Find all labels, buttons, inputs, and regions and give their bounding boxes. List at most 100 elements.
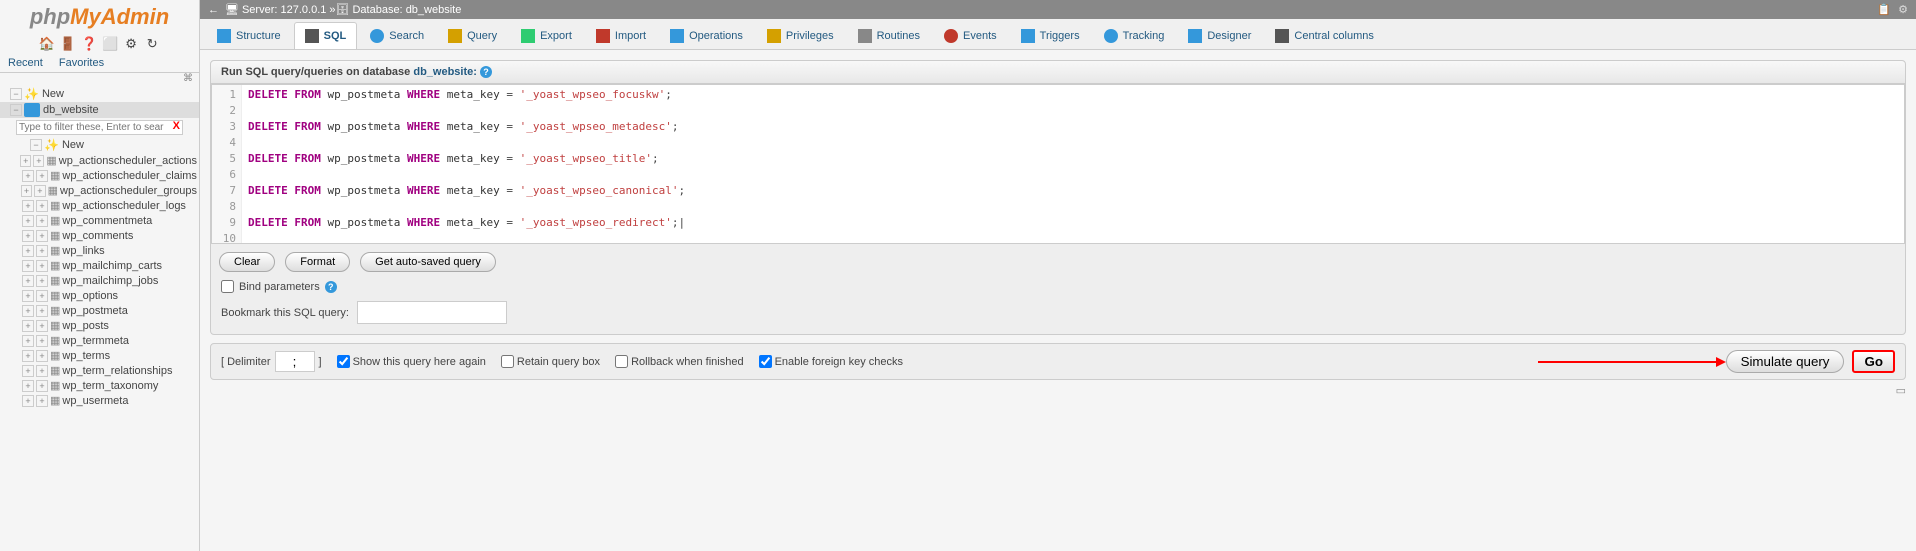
plus-icon[interactable]: + <box>36 200 48 212</box>
show-again-checkbox[interactable] <box>337 355 350 368</box>
rollback-checkbox[interactable] <box>615 355 628 368</box>
simulate-button[interactable]: Simulate query <box>1726 350 1845 373</box>
tree-table[interactable]: ++▦wp_actionscheduler_claims <box>0 168 199 183</box>
nav-events[interactable]: Events <box>933 22 1008 49</box>
clear-button[interactable]: Clear <box>219 252 275 272</box>
plus-icon[interactable]: + <box>22 215 34 227</box>
nav-routines[interactable]: Routines <box>847 22 931 49</box>
plus-icon[interactable]: + <box>36 350 48 362</box>
tree-table[interactable]: ++▦wp_options <box>0 288 199 303</box>
tree-table[interactable]: ++▦wp_mailchimp_jobs <box>0 273 199 288</box>
plus-icon[interactable]: + <box>20 155 31 167</box>
plus-icon[interactable]: + <box>22 365 34 377</box>
nav-triggers[interactable]: Triggers <box>1010 22 1091 49</box>
tree-table[interactable]: ++▦wp_terms <box>0 348 199 363</box>
clear-filter-icon[interactable]: X <box>173 120 180 132</box>
nav-import[interactable]: Import <box>585 22 657 49</box>
gear-icon[interactable]: ⚙ <box>1898 4 1908 16</box>
sql-code-area[interactable]: DELETE FROM wp_postmeta WHERE meta_key =… <box>242 85 1904 243</box>
minus-icon[interactable]: − <box>10 104 22 116</box>
plus-icon[interactable]: + <box>22 395 34 407</box>
plus-icon[interactable]: + <box>36 305 48 317</box>
plus-icon[interactable]: + <box>36 320 48 332</box>
gear-icon[interactable]: ⚙ <box>123 36 139 52</box>
nav-designer[interactable]: Designer <box>1177 22 1262 49</box>
nav-query[interactable]: Query <box>437 22 508 49</box>
plus-icon[interactable]: + <box>21 185 32 197</box>
format-button[interactable]: Format <box>285 252 350 272</box>
minus-icon[interactable]: − <box>30 139 42 151</box>
plus-icon[interactable]: + <box>34 185 45 197</box>
nav-operations[interactable]: Operations <box>659 22 754 49</box>
plus-icon[interactable]: + <box>36 245 48 257</box>
plus-icon[interactable]: + <box>22 335 34 347</box>
plus-icon[interactable]: + <box>36 215 48 227</box>
plus-icon[interactable]: + <box>22 230 34 242</box>
tree-table[interactable]: ++▦wp_actionscheduler_groups <box>0 183 199 198</box>
plus-icon[interactable]: + <box>22 320 34 332</box>
plus-icon[interactable]: + <box>22 275 34 287</box>
tree-table[interactable]: ++▦wp_posts <box>0 318 199 333</box>
tree-filter-input[interactable] <box>16 120 183 135</box>
plus-icon[interactable]: + <box>22 245 34 257</box>
link-icon[interactable]: ⌘ <box>0 73 199 84</box>
plus-icon[interactable]: + <box>36 170 48 182</box>
plus-icon[interactable]: + <box>22 260 34 272</box>
sql-window-icon[interactable]: ⬜ <box>102 36 118 52</box>
tree-table[interactable]: ++▦wp_commentmeta <box>0 213 199 228</box>
plus-icon[interactable]: + <box>22 200 34 212</box>
go-button[interactable]: Go <box>1852 350 1895 373</box>
collapse-sidebar-icon[interactable]: ← <box>208 4 219 16</box>
tree-new-table[interactable]: −✨New <box>0 137 199 153</box>
plus-icon[interactable]: + <box>36 260 48 272</box>
tree-table[interactable]: ++▦wp_termmeta <box>0 333 199 348</box>
delimiter-input[interactable] <box>275 351 315 372</box>
page-settings-icon[interactable]: 📋 <box>1877 4 1891 16</box>
tree-table[interactable]: ++▦wp_actionscheduler_actions <box>0 153 199 168</box>
tab-favorites[interactable]: Favorites <box>51 54 112 72</box>
logout-icon[interactable]: 🚪 <box>60 36 76 52</box>
reload-icon[interactable]: ↻ <box>144 36 160 52</box>
fk-checkbox[interactable] <box>759 355 772 368</box>
breadcrumb-db[interactable]: Database: db_website <box>352 4 461 16</box>
home-icon[interactable]: 🏠 <box>39 36 55 52</box>
nav-sql[interactable]: SQL <box>294 22 358 49</box>
minus-icon[interactable]: − <box>10 88 22 100</box>
nav-central-columns[interactable]: Central columns <box>1264 22 1384 49</box>
tree-table[interactable]: ++▦wp_comments <box>0 228 199 243</box>
plus-icon[interactable]: + <box>36 395 48 407</box>
tree-new-db[interactable]: −✨New <box>0 86 199 102</box>
tree-table[interactable]: ++▦wp_term_relationships <box>0 363 199 378</box>
plus-icon[interactable]: + <box>22 290 34 302</box>
help-icon[interactable]: ? <box>325 281 337 293</box>
help-icon[interactable]: ? <box>480 66 492 78</box>
plus-icon[interactable]: + <box>36 290 48 302</box>
autosave-button[interactable]: Get auto-saved query <box>360 252 496 272</box>
plus-icon[interactable]: + <box>36 365 48 377</box>
nav-structure[interactable]: Structure <box>206 22 292 49</box>
bookmark-input[interactable] <box>357 301 507 324</box>
tree-table[interactable]: ++▦wp_usermeta <box>0 393 199 408</box>
bind-params-checkbox[interactable] <box>221 280 234 293</box>
nav-search[interactable]: Search <box>359 22 435 49</box>
nav-tracking[interactable]: Tracking <box>1093 22 1176 49</box>
help-icon[interactable]: ❓ <box>81 36 97 52</box>
sql-editor[interactable]: 1 2 3 4 5 6 7 8 9 10 DELETE FROM wp_post… <box>211 84 1905 244</box>
collapse-icon[interactable]: ▭ <box>1896 384 1906 397</box>
tree-table[interactable]: ++▦wp_postmeta <box>0 303 199 318</box>
plus-icon[interactable]: + <box>22 350 34 362</box>
plus-icon[interactable]: + <box>33 155 44 167</box>
tree-table[interactable]: ++▦wp_links <box>0 243 199 258</box>
plus-icon[interactable]: + <box>22 380 34 392</box>
plus-icon[interactable]: + <box>36 335 48 347</box>
plus-icon[interactable]: + <box>36 380 48 392</box>
nav-export[interactable]: Export <box>510 22 583 49</box>
plus-icon[interactable]: + <box>36 275 48 287</box>
nav-privileges[interactable]: Privileges <box>756 22 845 49</box>
tree-table[interactable]: ++▦wp_mailchimp_carts <box>0 258 199 273</box>
retain-checkbox[interactable] <box>501 355 514 368</box>
plus-icon[interactable]: + <box>36 230 48 242</box>
tree-db-website[interactable]: −db_website <box>0 102 199 118</box>
tab-recent[interactable]: Recent <box>0 54 51 72</box>
tree-table[interactable]: ++▦wp_term_taxonomy <box>0 378 199 393</box>
